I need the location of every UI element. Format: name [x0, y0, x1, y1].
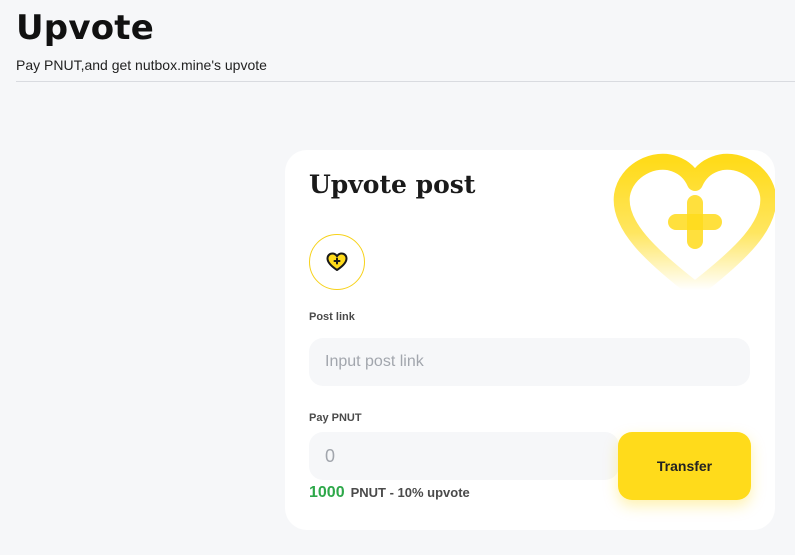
heart-plus-icon [613, 153, 775, 298]
card-title: Upvote post [309, 170, 476, 199]
upvote-card: Upvote post Post link Pay PNUT Transfer … [285, 150, 775, 530]
post-link-input[interactable] [309, 338, 750, 386]
price-description: PNUT - 10% upvote [350, 485, 470, 500]
pay-pnut-input[interactable] [309, 432, 619, 480]
header-divider [16, 81, 795, 82]
page-title: Upvote [16, 8, 154, 48]
heart-plus-icon [326, 252, 348, 271]
price-info: 1000 PNUT - 10% upvote [309, 484, 470, 502]
page-subtitle: Pay PNUT,and get nutbox.mine's upvote [16, 57, 267, 73]
post-link-label: Post link [309, 311, 355, 323]
page-header: Upvote Pay PNUT,and get nutbox.mine's up… [16, 8, 795, 74]
pay-pnut-label: Pay PNUT [309, 412, 362, 424]
upvote-icon-badge [309, 234, 365, 290]
price-amount: 1000 [309, 484, 345, 501]
transfer-button[interactable]: Transfer [618, 432, 751, 500]
